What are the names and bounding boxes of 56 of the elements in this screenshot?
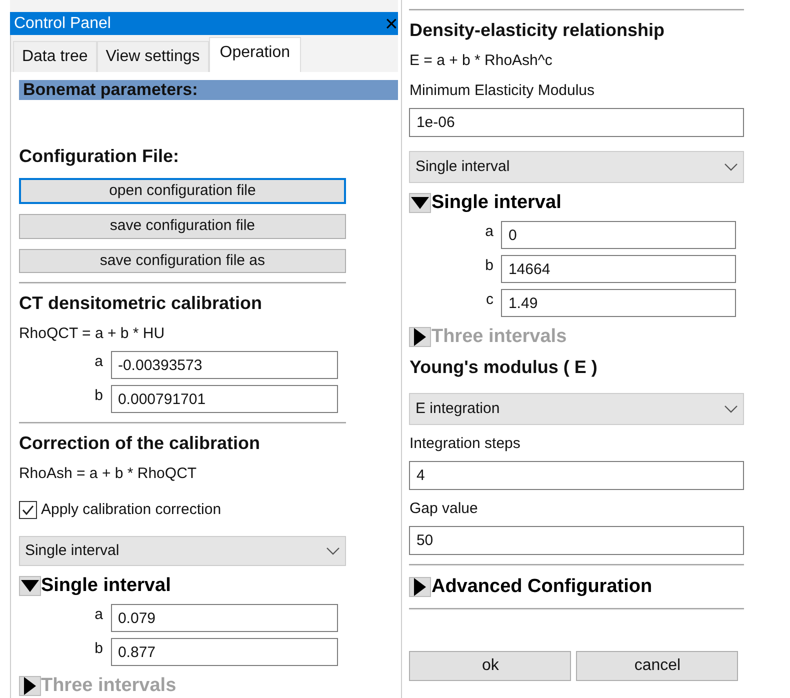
- number-field[interactable]: 0.000791701: [110, 385, 338, 414]
- window-title: Control Panel: [14, 16, 111, 32]
- checkbox[interactable]: [18, 501, 37, 520]
- checkbox-label: Apply calibration correction: [40, 500, 222, 520]
- label-text: RhoAsh = a + b * RhoQCT: [18, 464, 198, 484]
- label-text: E = a + b * RhoAsh^c: [409, 51, 554, 71]
- chevron-down-icon: [724, 163, 738, 171]
- checkmark-icon: [20, 503, 35, 518]
- section-title: Single interval: [40, 574, 171, 598]
- dropdown[interactable]: E integration: [409, 393, 744, 425]
- dropdown[interactable]: Single interval: [18, 536, 346, 566]
- tab[interactable]: Operation: [208, 37, 302, 72]
- number-field[interactable]: 0.877: [110, 638, 338, 666]
- section-heading: Configuration File:: [18, 145, 180, 168]
- number-field[interactable]: 0.079: [110, 604, 338, 632]
- number-field[interactable]: 0: [501, 221, 736, 249]
- close-button[interactable]: ×: [384, 12, 398, 34]
- config-button[interactable]: save configuration file as: [18, 248, 346, 274]
- section-heading: Correction of the calibration: [18, 432, 261, 456]
- label-text: Minimum Elasticity Modulus: [409, 81, 596, 101]
- dropdown[interactable]: Single interval: [409, 151, 744, 183]
- tab[interactable]: Data tree: [12, 41, 97, 72]
- expand-toggle[interactable]: [409, 577, 432, 597]
- label-text: Integration steps: [409, 434, 522, 454]
- chevron-down-icon: [326, 546, 340, 555]
- param-label: c: [484, 290, 494, 310]
- dialog-button[interactable]: cancel: [576, 651, 738, 681]
- input-field[interactable]: 1e-06: [409, 108, 744, 137]
- collapse-toggle[interactable]: [409, 193, 432, 213]
- param-label: a: [94, 604, 104, 625]
- section-heading: Density-elasticity relationship: [409, 19, 666, 42]
- param-label: b: [94, 638, 104, 659]
- dialog-button[interactable]: ok: [409, 651, 572, 681]
- section-title: Single interval: [431, 190, 562, 215]
- param-label: a: [484, 222, 494, 242]
- number-field[interactable]: 14664: [501, 255, 736, 283]
- number-field[interactable]: -0.00393573: [110, 351, 338, 380]
- section-title: Three intervals: [431, 324, 567, 349]
- param-label: b: [94, 386, 104, 406]
- label-text: Gap value: [409, 499, 479, 519]
- param-label: b: [484, 256, 494, 276]
- tab[interactable]: View settings: [96, 41, 209, 72]
- chevron-down-icon: [724, 405, 738, 413]
- section-heading: CT densitometric calibration: [18, 292, 264, 316]
- config-button[interactable]: save configuration file: [18, 214, 346, 239]
- number-field[interactable]: 1.49: [501, 289, 736, 317]
- label-text: RhoQCT = a + b * HU: [18, 324, 166, 344]
- input-field[interactable]: 50: [409, 526, 744, 555]
- section-title: Advanced Configuration: [431, 574, 652, 599]
- section-banner: Bonemat parameters:: [18, 80, 398, 100]
- section-heading: Young's modulus ( E ): [409, 356, 598, 379]
- section-title: Three intervals: [40, 674, 176, 698]
- config-button[interactable]: open configuration file: [18, 178, 346, 204]
- param-label: a: [94, 352, 104, 372]
- collapse-toggle[interactable]: [18, 576, 41, 596]
- input-field[interactable]: 4: [409, 461, 744, 490]
